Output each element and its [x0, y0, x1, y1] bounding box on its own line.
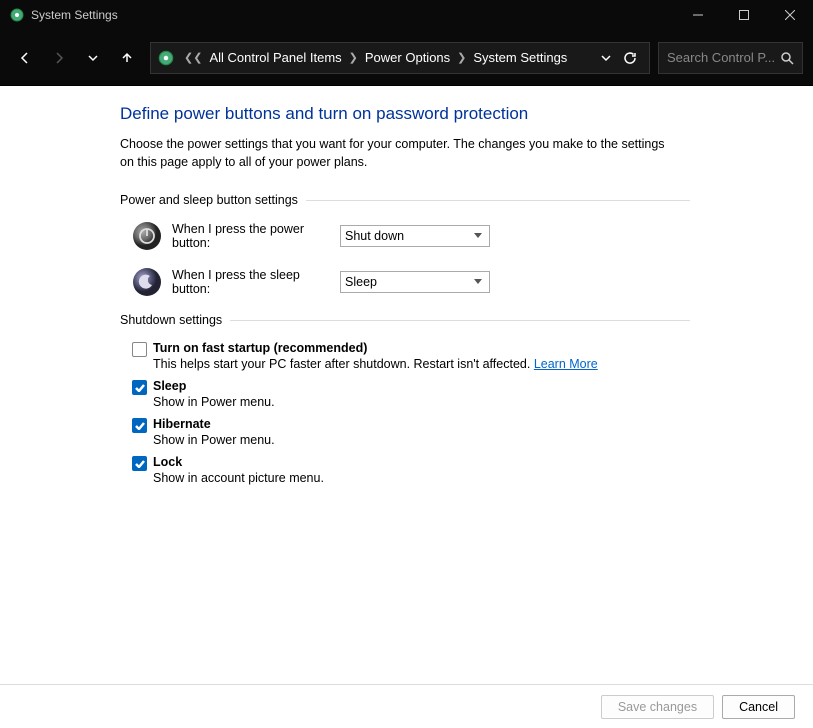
sleep-desc: Show in Power menu.: [153, 395, 275, 409]
lock-desc: Show in account picture menu.: [153, 471, 324, 485]
footer: Save changes Cancel: [0, 684, 813, 728]
navbar: ❮❮ All Control Panel Items ❯ Power Optio…: [0, 30, 813, 86]
sleep-checkbox[interactable]: [132, 380, 147, 395]
section-header-power-sleep: Power and sleep button settings: [120, 193, 690, 207]
fast-startup-desc: This helps start your PC faster after sh…: [153, 357, 598, 371]
search-input[interactable]: Search Control P...: [658, 42, 803, 74]
search-placeholder: Search Control P...: [667, 50, 780, 65]
chevron-right-icon: ❮❮: [181, 51, 205, 64]
app-icon: [9, 7, 25, 23]
chevron-right-icon: ❯: [454, 51, 469, 64]
forward-button[interactable]: [44, 43, 74, 73]
power-button-label: When I press the power button:: [172, 222, 340, 250]
fast-startup-checkbox[interactable]: [132, 342, 147, 357]
maximize-button[interactable]: [721, 0, 767, 30]
minimize-button[interactable]: [675, 0, 721, 30]
close-button[interactable]: [767, 0, 813, 30]
power-button-icon: [132, 221, 162, 251]
hibernate-label: Hibernate: [153, 417, 275, 431]
up-button[interactable]: [112, 43, 142, 73]
cancel-button[interactable]: Cancel: [722, 695, 795, 719]
page-description: Choose the power settings that you want …: [120, 136, 680, 171]
save-button[interactable]: Save changes: [601, 695, 714, 719]
chevron-down-icon[interactable]: [601, 53, 611, 63]
sleep-label: Sleep: [153, 379, 275, 393]
content-area: Define power buttons and turn on passwor…: [0, 86, 813, 684]
recent-locations-button[interactable]: [78, 43, 108, 73]
power-button-select[interactable]: Shut down: [340, 225, 490, 247]
breadcrumb[interactable]: ❮❮ All Control Panel Items ❯ Power Optio…: [150, 42, 650, 74]
chevron-right-icon: ❯: [346, 51, 361, 64]
control-panel-icon: [157, 49, 175, 67]
hibernate-checkbox[interactable]: [132, 418, 147, 433]
lock-label: Lock: [153, 455, 324, 469]
refresh-icon[interactable]: [623, 51, 637, 65]
search-icon: [780, 51, 794, 65]
hibernate-desc: Show in Power menu.: [153, 433, 275, 447]
back-button[interactable]: [10, 43, 40, 73]
page-title: Define power buttons and turn on passwor…: [120, 104, 813, 124]
sleep-button-icon: [132, 267, 162, 297]
breadcrumb-item[interactable]: All Control Panel Items: [205, 50, 345, 65]
window-title: System Settings: [31, 8, 675, 22]
titlebar: System Settings: [0, 0, 813, 30]
sleep-button-label: When I press the sleep button:: [172, 268, 340, 296]
breadcrumb-item[interactable]: Power Options: [361, 50, 454, 65]
breadcrumb-item[interactable]: System Settings: [469, 50, 571, 65]
lock-checkbox[interactable]: [132, 456, 147, 471]
learn-more-link[interactable]: Learn More: [534, 357, 598, 371]
sleep-button-select[interactable]: Sleep: [340, 271, 490, 293]
section-header-shutdown: Shutdown settings: [120, 313, 690, 327]
fast-startup-label: Turn on fast startup (recommended): [153, 341, 598, 355]
